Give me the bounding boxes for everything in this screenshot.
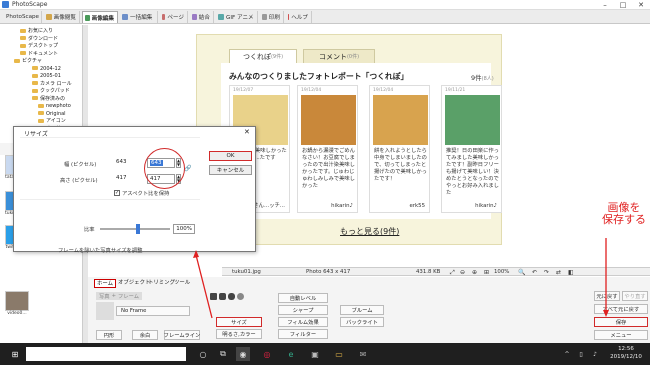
clock[interactable]: 12:56 2019/12/10 <box>607 345 645 361</box>
arrow-head-save <box>603 310 609 317</box>
annotation-arrows <box>193 238 609 319</box>
edge-icon[interactable]: e <box>284 347 298 361</box>
annotation-line2: 保存する <box>602 213 646 226</box>
start-icon[interactable]: ⊞ <box>8 347 22 361</box>
network-icon[interactable]: ▯ <box>574 347 588 361</box>
clock-time: 12:56 <box>618 346 634 352</box>
clock-date: 2019/12/10 <box>610 354 642 360</box>
arrow-head-dialog <box>193 250 199 258</box>
taskbar-search[interactable] <box>26 347 186 361</box>
chrome-icon[interactable]: ◎ <box>260 347 274 361</box>
photoscape-taskbar-icon[interactable]: ◉ <box>236 347 250 361</box>
task-view-icon[interactable]: ⧉ <box>216 347 230 361</box>
mail-icon[interactable]: ✉ <box>356 347 370 361</box>
tray-chevron-icon[interactable]: ^ <box>560 347 574 361</box>
save-annotation: 画像を 保存する <box>596 202 650 226</box>
store-icon[interactable]: ▣ <box>308 347 322 361</box>
arrow-to-dialog <box>195 254 213 319</box>
search-icon[interactable]: ○ <box>196 347 210 361</box>
explorer-icon[interactable]: ▭ <box>332 347 346 361</box>
volume-icon[interactable]: ♪ <box>588 347 602 361</box>
